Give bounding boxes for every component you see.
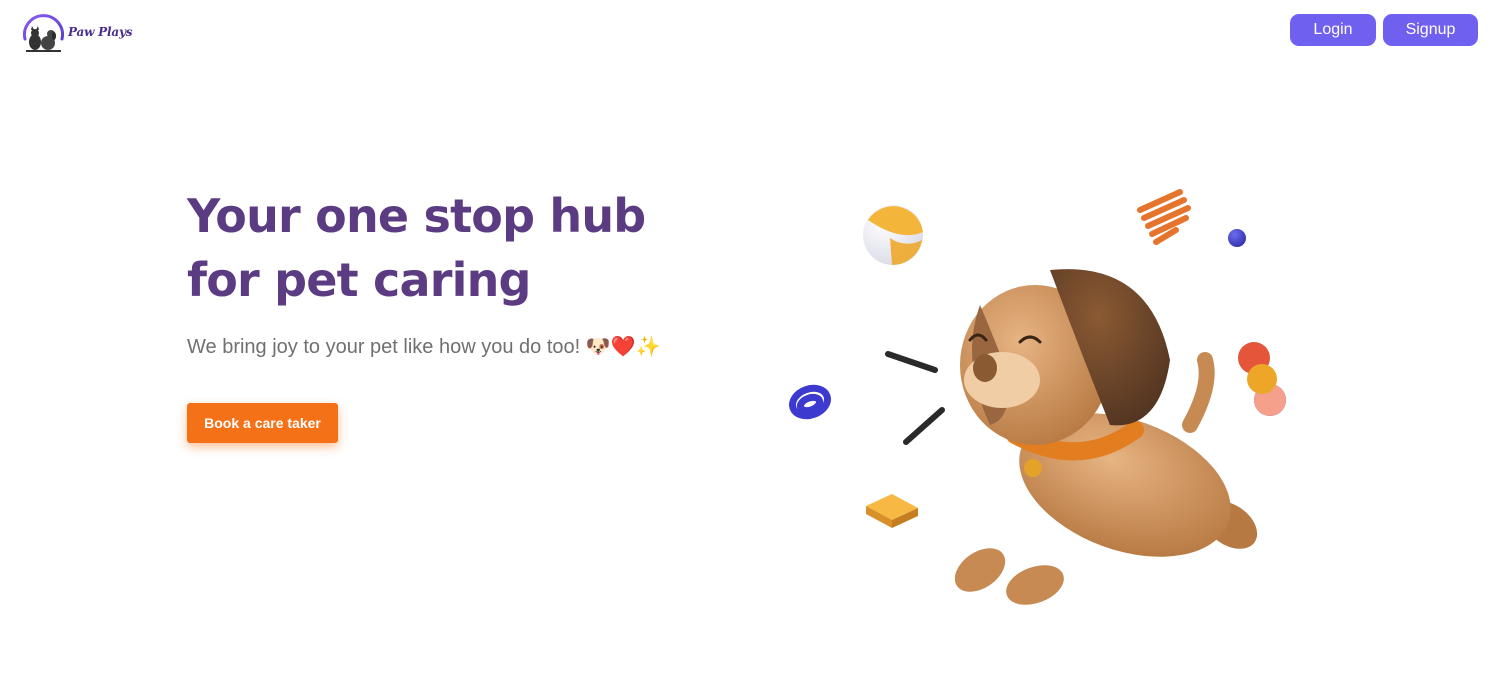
cheese-block-icon bbox=[866, 494, 918, 528]
navbar: Paw Plays Login Signup bbox=[0, 0, 1503, 62]
stick-icon bbox=[903, 407, 945, 445]
hero-section: Your one stop hub for pet caring We brin… bbox=[187, 184, 727, 360]
book-caretaker-button[interactable]: Book a care taker bbox=[187, 403, 338, 443]
nav-actions: Login Signup bbox=[1290, 14, 1478, 46]
login-button[interactable]: Login bbox=[1290, 14, 1376, 46]
hero-title: Your one stop hub for pet caring bbox=[187, 189, 646, 307]
spring-toy-icon bbox=[1137, 189, 1191, 245]
small-blue-ball-icon bbox=[1228, 229, 1246, 247]
puppy-illustration bbox=[789, 189, 1286, 605]
toy-ball-icon bbox=[863, 205, 923, 266]
brand-logo[interactable]: Paw Plays bbox=[21, 9, 132, 53]
puppy-icon bbox=[954, 269, 1258, 605]
paw-plays-logo-icon bbox=[23, 14, 64, 52]
swirl-toy-icon bbox=[789, 384, 831, 420]
stacked-balls-icon bbox=[1238, 342, 1286, 416]
hero-subtitle: We bring joy to your pet like how you do… bbox=[187, 336, 661, 358]
brand-name: Paw Plays bbox=[68, 25, 133, 39]
stick-icon bbox=[885, 351, 938, 373]
signup-button[interactable]: Signup bbox=[1383, 14, 1478, 46]
